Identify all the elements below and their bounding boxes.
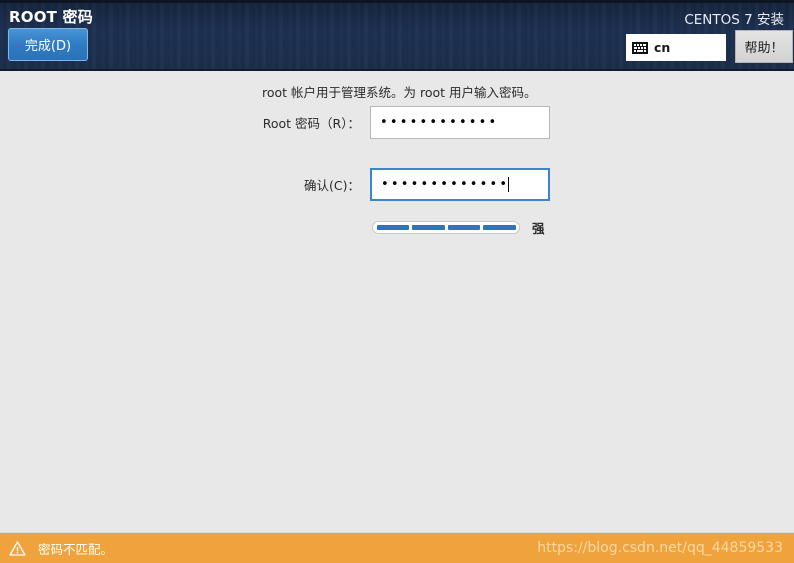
done-button-label: 完成(D)	[24, 39, 72, 54]
page-title: ROOT 密码	[9, 8, 93, 26]
password-strength-meter: 强	[372, 218, 545, 237]
strength-segment	[376, 225, 409, 230]
strength-bar-track	[372, 221, 520, 234]
root-password-value: ••••••••••••	[380, 115, 499, 130]
root-password-label: Root 密码（R）：	[262, 116, 360, 131]
status-message: 密码不匹配。	[38, 541, 114, 557]
status-bar: 密码不匹配。 https://blog.csdn.net/qq_44859533	[0, 532, 794, 563]
instruction-text: root 帐户用于管理系统。为 root 用户输入密码。	[262, 85, 537, 100]
root-password-row: Root 密码（R）： ••••••••••••	[258, 106, 550, 139]
text-caret	[508, 177, 510, 192]
done-button[interactable]: 完成(D)	[8, 28, 88, 61]
keyboard-icon	[632, 41, 648, 54]
help-button-label: 帮助！	[744, 41, 784, 56]
keyboard-layout-indicator[interactable]: cn	[626, 34, 726, 61]
strength-segment	[447, 225, 480, 230]
warning-triangle-icon	[9, 540, 26, 556]
root-password-input[interactable]: ••••••••••••	[370, 106, 550, 139]
strength-segment	[483, 225, 516, 230]
window-header: ROOT 密码 完成(D) CENTOS 7 安装 cn 帮助！	[0, 0, 794, 71]
keyboard-layout-label: cn	[654, 40, 671, 55]
help-button[interactable]: 帮助！	[735, 30, 793, 63]
product-label: CENTOS 7 安装	[684, 12, 784, 28]
confirm-password-value: •••••••••••••	[381, 177, 510, 192]
main-content: root 帐户用于管理系统。为 root 用户输入密码。 Root 密码（R）：…	[0, 71, 794, 533]
confirm-password-label: 确认(C)：	[304, 178, 360, 193]
confirm-password-row: 确认(C)： •••••••••••••	[258, 168, 550, 201]
watermark-text: https://blog.csdn.net/qq_44859533	[537, 540, 783, 556]
confirm-password-input[interactable]: •••••••••••••	[370, 168, 550, 201]
strength-segment	[412, 225, 445, 230]
strength-label: 强	[532, 221, 545, 236]
